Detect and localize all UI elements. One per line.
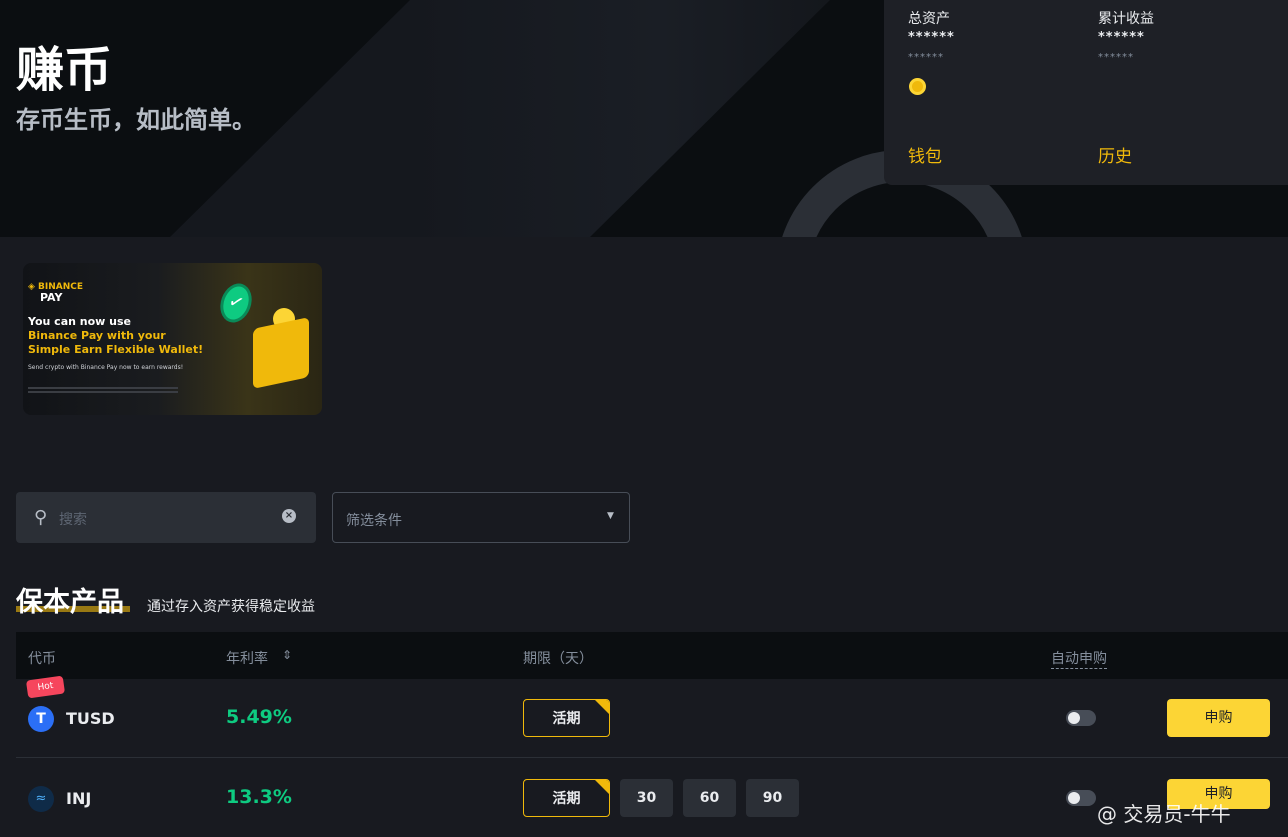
history-link[interactable]: 历史 (1098, 142, 1132, 167)
table-header: 代币 年利率 ⇕ 期限（天） 自动申购 (16, 632, 1288, 679)
total-assets-value: ****** (908, 30, 955, 45)
filter-placeholder: 筛选条件 (346, 513, 402, 529)
section-title: 保本产品 (16, 587, 124, 618)
apr-value: 13.3% (226, 786, 292, 808)
header-apr[interactable]: 年利率 (226, 648, 268, 668)
search-icon: ⚲ (34, 507, 48, 528)
wallet-link[interactable]: 钱包 (908, 142, 942, 167)
banner-line-3: Simple Earn Flexible Wallet! (28, 343, 204, 356)
banner-line-2: Binance Pay with your (28, 329, 166, 342)
pay-logo-text: PAY (40, 291, 63, 304)
inj-coin-icon: ≈ (28, 786, 54, 812)
cumulative-earnings-sub: ****** (1098, 52, 1134, 63)
term-90-button[interactable]: 90 (746, 779, 799, 817)
banner-line-1: You can now use (28, 315, 131, 328)
wallet-icon (253, 317, 309, 389)
term-flexible-button[interactable]: 活期 (523, 699, 610, 737)
cumulative-earnings-value: ****** (1098, 30, 1145, 45)
cumulative-earnings-label: 累计收益 (1098, 11, 1154, 27)
auto-subscribe-toggle[interactable] (1066, 710, 1096, 726)
coin-symbol: INJ (66, 789, 92, 808)
section-subtitle: 通过存入资产获得稳定收益 (147, 599, 315, 615)
auto-subscribe-toggle[interactable] (1066, 790, 1096, 806)
row-divider (16, 757, 1288, 758)
filter-select[interactable]: 筛选条件 ▼ (332, 492, 630, 543)
page-subtitle: 存币生币，如此简单。 (16, 106, 256, 134)
hero-decoration-cut (590, 0, 830, 237)
total-assets-label: 总资产 (908, 11, 950, 27)
table-row: T TUSD 5.49% 活期 申购 (16, 679, 1288, 757)
clear-icon[interactable]: × (282, 509, 296, 523)
header-term: 期限（天） (523, 651, 593, 667)
header-auto-subscribe[interactable]: 自动申购 (1051, 648, 1107, 669)
chevron-down-icon: ▼ (607, 511, 614, 521)
banner-fine-print (28, 387, 178, 393)
subscribe-button[interactable]: 申购 (1167, 699, 1270, 737)
coin-symbol: TUSD (66, 709, 115, 728)
term-30-button[interactable]: 30 (620, 779, 673, 817)
asset-summary-card: 总资产 ****** ****** 累计收益 ****** ****** 钱包 … (884, 0, 1288, 185)
term-60-button[interactable]: 60 (683, 779, 736, 817)
term-flexible-button[interactable]: 活期 (523, 779, 610, 817)
tusd-coin-icon: T (28, 706, 54, 732)
apr-value: 5.49% (226, 706, 292, 728)
coin-icon (909, 78, 926, 95)
search-box[interactable]: ⚲ 搜索 × (16, 492, 316, 543)
search-input[interactable]: 搜索 (59, 509, 87, 529)
promo-banner[interactable]: ◈ BINANCE PAY You can now use Binance Pa… (23, 263, 322, 415)
page-title: 赚币 (16, 42, 113, 98)
banner-line-4: Send crypto with Binance Pay now to earn… (28, 364, 184, 371)
header-coin: 代币 (28, 651, 56, 667)
total-assets-sub: ****** (908, 52, 944, 63)
watermark: @ 交易员-牛牛 (1097, 802, 1231, 826)
check-icon: ✓ (215, 279, 257, 327)
sort-icon[interactable]: ⇕ (282, 648, 292, 662)
